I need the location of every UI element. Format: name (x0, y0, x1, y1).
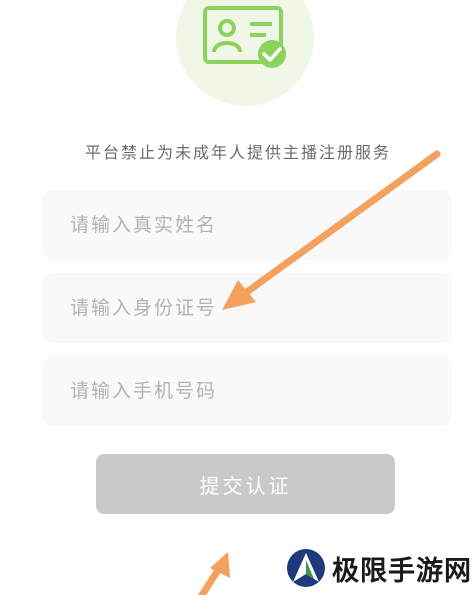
watermark-text: 极限手游网 (332, 555, 472, 587)
minor-restriction-notice: 平台禁止为未成年人提供主播注册服务 (84, 143, 391, 162)
site-watermark: 极限手游网 (286, 548, 472, 588)
annotation-arrow-to-submit (198, 552, 230, 595)
site-logo-icon (287, 549, 325, 587)
id-badge-circle (176, 0, 314, 106)
real-name-input[interactable] (42, 190, 452, 260)
submit-verification-button[interactable]: 提交认证 (96, 454, 395, 514)
id-card-verified-icon (203, 6, 286, 68)
id-number-input[interactable] (42, 273, 452, 343)
phone-number-input[interactable] (42, 356, 452, 426)
